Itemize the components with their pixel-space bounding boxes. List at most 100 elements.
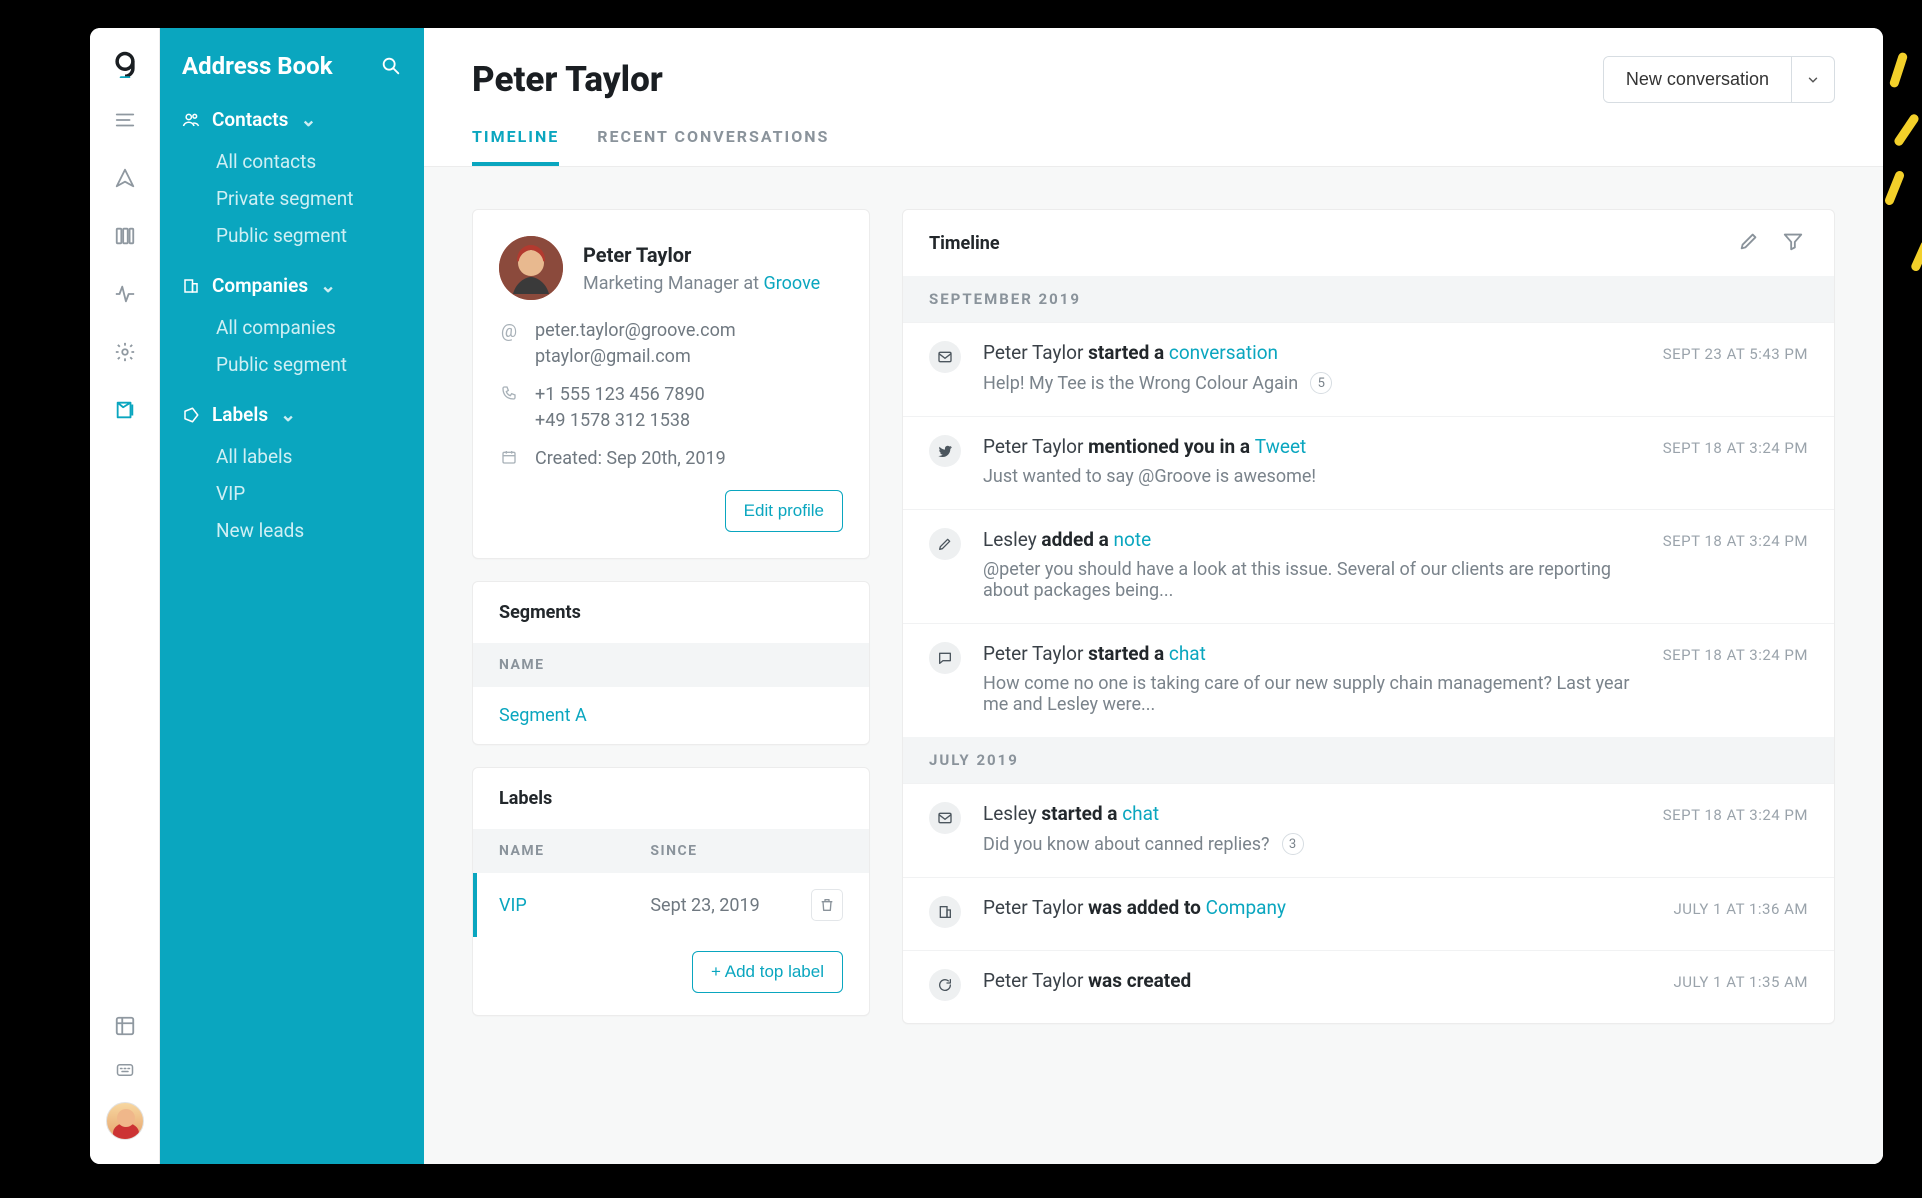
sidebar-item[interactable]: New leads: [160, 512, 424, 549]
activity-icon[interactable]: [113, 282, 137, 306]
event-timestamp: SEPT 18 AT 3:24 PM: [1663, 435, 1808, 487]
filter-icon[interactable]: [1782, 230, 1808, 256]
event-detail: Help! My Tee is the Wrong Colour Again5: [983, 372, 1641, 394]
event-timestamp: JULY 1 AT 1:35 AM: [1674, 969, 1808, 1001]
contact-avatar: [499, 236, 563, 300]
menu-icon[interactable]: [113, 108, 137, 132]
segments-title: Segments: [473, 582, 869, 643]
sidebar-title: Address Book: [182, 52, 380, 80]
event-link[interactable]: Company: [1206, 896, 1286, 919]
sidebar-item[interactable]: All contacts: [160, 143, 424, 180]
timeline-event[interactable]: Lesley added a note@peter you should hav…: [903, 509, 1834, 623]
mail-icon: [929, 802, 961, 834]
chevron-down-icon: ⌄: [320, 274, 336, 297]
sidebar-section-label: Contacts: [212, 108, 288, 131]
sidebar-contacts-items: All contacts Private segment Public segm…: [160, 137, 424, 268]
timeline-event[interactable]: Lesley started a chat Did you know about …: [903, 783, 1834, 877]
event-timestamp: SEPT 18 AT 3:24 PM: [1663, 642, 1808, 715]
sidebar-item[interactable]: Private segment: [160, 180, 424, 217]
user-avatar[interactable]: [106, 1102, 144, 1140]
main: Peter Taylor New conversation Timeline R…: [424, 28, 1883, 1164]
app-window: Address Book Contacts ⌄ All contacts Pri…: [90, 28, 1883, 1164]
event-summary: Peter Taylor mentioned you in a Tweet: [983, 435, 1641, 458]
contact-emails: peter.taylor@groove.com ptaylor@gmail.co…: [535, 318, 736, 370]
sidebar-labels-items: All labels VIP New leads: [160, 432, 424, 563]
company-link[interactable]: Groove: [763, 273, 820, 294]
sidebar-section-companies[interactable]: Companies ⌄: [160, 268, 424, 303]
event-detail: How come no one is taking care of our ne…: [983, 673, 1641, 715]
pencil-icon: [929, 528, 961, 560]
sidebar-section-label: Labels: [212, 403, 268, 426]
sidebar-section-labels[interactable]: Labels ⌄: [160, 397, 424, 432]
chevron-down-icon: ⌄: [300, 108, 316, 131]
contacts-icon: [182, 111, 200, 129]
chat-icon: [929, 642, 961, 674]
event-link[interactable]: chat: [1122, 802, 1159, 825]
event-detail: @peter you should have a look at this is…: [983, 559, 1641, 601]
sidebar-companies-items: All companies Public segment: [160, 303, 424, 397]
count-badge: 5: [1310, 372, 1332, 394]
event-link[interactable]: chat: [1169, 642, 1206, 665]
labels-title: Labels: [473, 768, 869, 829]
address-book-icon[interactable]: [113, 398, 137, 422]
sidebar-item[interactable]: All companies: [160, 309, 424, 346]
new-conversation-button[interactable]: New conversation: [1604, 57, 1791, 102]
timeline-month: JULY 2019: [903, 737, 1834, 783]
event-link[interactable]: conversation: [1169, 341, 1278, 364]
contact-created: Created: Sep 20th, 2019: [535, 446, 726, 472]
new-conversation-group: New conversation: [1603, 56, 1835, 103]
timeline-event[interactable]: Peter Taylor mentioned you in a Tweet Jus…: [903, 416, 1834, 509]
labels-card: Labels NAME SINCE VIP Sept 23, 2019 + Ad…: [472, 767, 870, 1016]
edit-icon[interactable]: [1738, 230, 1764, 256]
segments-card: Segments NAME Segment A: [472, 581, 870, 745]
timeline-title: Timeline: [929, 233, 1720, 254]
edit-profile-button[interactable]: Edit profile: [725, 490, 843, 532]
contact-role: Marketing Manager at Groove: [583, 273, 820, 294]
event-summary: Lesley started a chat: [983, 802, 1641, 825]
new-conversation-dropdown[interactable]: [1791, 57, 1834, 102]
tab-recent-conversations[interactable]: Recent Conversations: [597, 127, 829, 166]
count-badge: 3: [1282, 833, 1304, 855]
event-summary: Peter Taylor was created: [983, 969, 1652, 992]
timeline-event[interactable]: Peter Taylor was created JULY 1 AT 1:35 A…: [903, 950, 1834, 1023]
timeline-event[interactable]: Peter Taylor was added to CompanyJULY 1 …: [903, 877, 1834, 950]
grid-icon[interactable]: [113, 1014, 137, 1038]
tab-timeline[interactable]: Timeline: [472, 127, 559, 166]
label-name[interactable]: VIP: [499, 895, 650, 916]
phone-icon: [499, 382, 519, 434]
timeline-event[interactable]: Peter Taylor started a chatHow come no o…: [903, 623, 1834, 737]
label-row[interactable]: VIP Sept 23, 2019: [473, 873, 869, 937]
send-icon[interactable]: [113, 166, 137, 190]
delete-label-button[interactable]: [811, 889, 843, 921]
segment-row[interactable]: Segment A: [473, 687, 869, 744]
search-icon[interactable]: [380, 55, 402, 77]
sidebar-section-contacts[interactable]: Contacts ⌄: [160, 102, 424, 137]
mail-icon: [929, 341, 961, 373]
sidebar-item[interactable]: All labels: [160, 438, 424, 475]
add-label-button[interactable]: + Add top label: [692, 951, 843, 993]
profile-card: Peter Taylor Marketing Manager at Groove…: [472, 209, 870, 559]
sidebar-section-label: Companies: [212, 274, 308, 297]
library-icon[interactable]: [113, 224, 137, 248]
event-link[interactable]: Tweet: [1255, 435, 1306, 458]
timeline-event[interactable]: Peter Taylor started a conversation Help!…: [903, 322, 1834, 416]
event-link[interactable]: note: [1114, 528, 1152, 551]
keyboard-icon[interactable]: [113, 1058, 137, 1082]
timeline-month: SEPTEMBER 2019: [903, 276, 1834, 322]
app-logo[interactable]: [111, 50, 139, 78]
page-title: Peter Taylor: [472, 59, 1603, 100]
label-since: Sept 23, 2019: [650, 895, 811, 916]
col-since: SINCE: [650, 843, 697, 859]
col-name: NAME: [499, 843, 650, 859]
contact-phones: +1 555 123 456 7890 +49 1578 312 1538: [535, 382, 705, 434]
event-summary: Peter Taylor started a conversation: [983, 341, 1641, 364]
event-detail: Did you know about canned replies?3: [983, 833, 1641, 855]
event-detail: Just wanted to say @Groove is awesome!: [983, 466, 1641, 487]
event-timestamp: SEPT 18 AT 3:24 PM: [1663, 528, 1808, 601]
timeline-card: Timeline SEPTEMBER 2019Peter Taylor star…: [902, 209, 1835, 1024]
sidebar-item[interactable]: VIP: [160, 475, 424, 512]
sidebar-item[interactable]: Public segment: [160, 217, 424, 254]
sidebar-item[interactable]: Public segment: [160, 346, 424, 383]
contact-name: Peter Taylor: [583, 243, 820, 267]
gear-icon[interactable]: [113, 340, 137, 364]
